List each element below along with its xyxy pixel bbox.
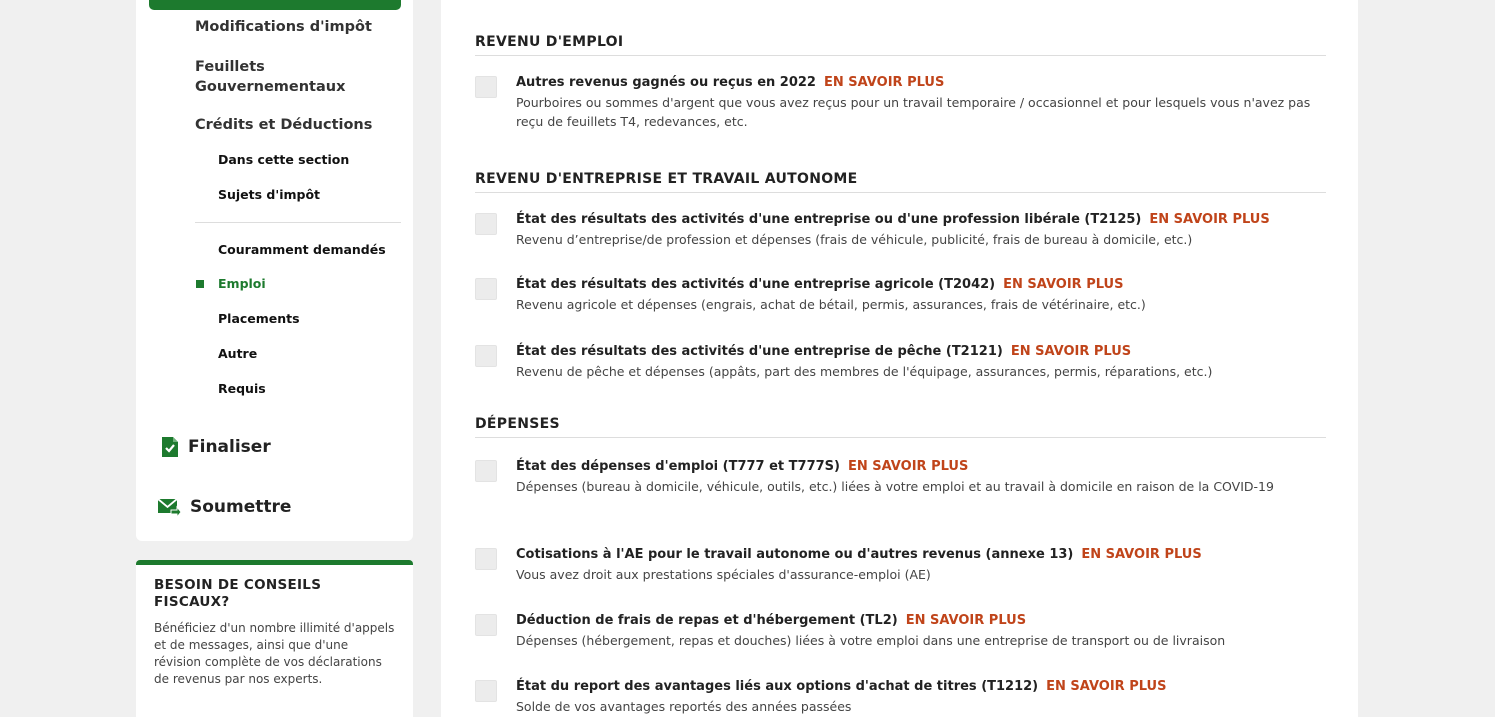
sidebar-item-submit[interactable]: Soumettre: [157, 497, 291, 517]
list-item: Cotisations à l'AE pour le travail auton…: [475, 546, 1335, 584]
item-description: Dépenses (hébergement, repas et douches)…: [516, 633, 1226, 648]
submit-label: Soumettre: [190, 497, 292, 517]
advice-title: BESOIN DE CONSEILS FISCAUX?: [154, 577, 322, 610]
sidebar-subitem-frequently-asked[interactable]: Couramment demandés: [218, 240, 386, 260]
item-description: Dépenses (bureau à domicile, véhicule, o…: [516, 479, 1274, 494]
sidebar-item-government-slips[interactable]: Feuillets Gouvernementaux: [195, 57, 375, 97]
list-item: État du report des avantages liés aux op…: [475, 678, 1335, 716]
tax-advice-card: BESOIN DE CONSEILS FISCAUX? Bénéficiez d…: [136, 560, 413, 717]
item-description: Revenu agricole et dépenses (engrais, ac…: [516, 297, 1146, 312]
sidebar-subitem-other[interactable]: Autre: [218, 344, 257, 364]
item-title: Déduction de frais de repas et d'héberge…: [516, 613, 898, 628]
item-title: État des résultats des activités d'une e…: [516, 344, 1003, 359]
sidebar-subitem-in-this-section[interactable]: Dans cette section: [218, 150, 349, 170]
section-business-income: REVENU D'ENTREPRISE ET TRAVAIL AUTONOME: [475, 171, 1326, 193]
item-title: État des dépenses d'emploi (T777 et T777…: [516, 459, 840, 474]
item-title: État des résultats des activités d'une e…: [516, 212, 1142, 227]
sidebar-item-tax-changes[interactable]: Modifications d'impôt: [195, 17, 372, 37]
item-title: État des résultats des activités d'une e…: [516, 277, 996, 292]
advice-text: Bénéficiez d'un nombre illimité d'appels…: [154, 621, 395, 686]
checkbox[interactable]: [475, 548, 497, 570]
main-content: REVENU D'EMPLOI Autres revenus gagnés ou…: [441, 0, 1358, 717]
checkbox[interactable]: [475, 278, 497, 300]
list-item: État des résultats des activités d'une e…: [475, 276, 1335, 314]
learn-more-link[interactable]: EN SAVOIR PLUS: [906, 613, 1026, 628]
checkbox[interactable]: [475, 76, 497, 98]
item-description: Pourboires ou sommes d'argent que vous a…: [516, 95, 1311, 129]
learn-more-link[interactable]: EN SAVOIR PLUS: [1046, 679, 1166, 694]
list-item: État des dépenses d'emploi (T777 et T777…: [475, 458, 1335, 496]
learn-more-link[interactable]: EN SAVOIR PLUS: [1011, 344, 1131, 359]
list-item: État des résultats des activités d'une e…: [475, 343, 1335, 381]
item-description: Revenu d’entreprise/de profession et dép…: [516, 232, 1193, 247]
checkbox[interactable]: [475, 345, 497, 367]
sidebar-subitem-required[interactable]: Requis: [218, 379, 266, 399]
list-item: Autres revenus gagnés ou reçus en 2022 EN…: [475, 74, 1335, 131]
sidebar-item-credits-deductions[interactable]: Crédits et Déductions: [195, 115, 372, 135]
list-item: Déduction de frais de repas et d'héberge…: [475, 612, 1335, 650]
learn-more-link[interactable]: EN SAVOIR PLUS: [1149, 212, 1269, 227]
learn-more-link[interactable]: EN SAVOIR PLUS: [1081, 547, 1201, 562]
active-section-tab[interactable]: [149, 0, 401, 10]
list-item: État des résultats des activités d'une e…: [475, 211, 1335, 249]
item-description: Vous avez droit aux prestations spéciale…: [516, 567, 931, 582]
item-title: Cotisations à l'AE pour le travail auton…: [516, 547, 1074, 562]
sidebar-item-finalize[interactable]: Finaliser: [161, 436, 271, 458]
sidebar-subitem-tax-topics[interactable]: Sujets d'impôt: [218, 185, 320, 205]
checkbox[interactable]: [475, 680, 497, 702]
section-employment-income: REVENU D'EMPLOI: [475, 34, 1326, 56]
learn-more-link[interactable]: EN SAVOIR PLUS: [848, 459, 968, 474]
learn-more-link[interactable]: EN SAVOIR PLUS: [1003, 277, 1123, 292]
checkbox[interactable]: [475, 460, 497, 482]
checkbox[interactable]: [475, 614, 497, 636]
document-check-icon: [161, 436, 179, 458]
send-mail-icon: [157, 497, 181, 517]
learn-more-link[interactable]: EN SAVOIR PLUS: [824, 75, 944, 90]
checkbox[interactable]: [475, 213, 497, 235]
item-title: Autres revenus gagnés ou reçus en 2022: [516, 75, 816, 90]
item-description: Revenu de pêche et dépenses (appâts, par…: [516, 364, 1213, 379]
finalize-label: Finaliser: [188, 437, 271, 457]
item-title: État du report des avantages liés aux op…: [516, 679, 1039, 694]
item-description: Solde de vos avantages reportés des anné…: [516, 699, 852, 714]
active-indicator: [196, 280, 204, 288]
section-expenses: DÉPENSES: [475, 416, 1326, 438]
sidebar-subitem-employment[interactable]: Emploi: [218, 274, 266, 294]
sidebar-subitem-investments[interactable]: Placements: [218, 309, 300, 329]
sidebar-divider: [195, 222, 401, 223]
